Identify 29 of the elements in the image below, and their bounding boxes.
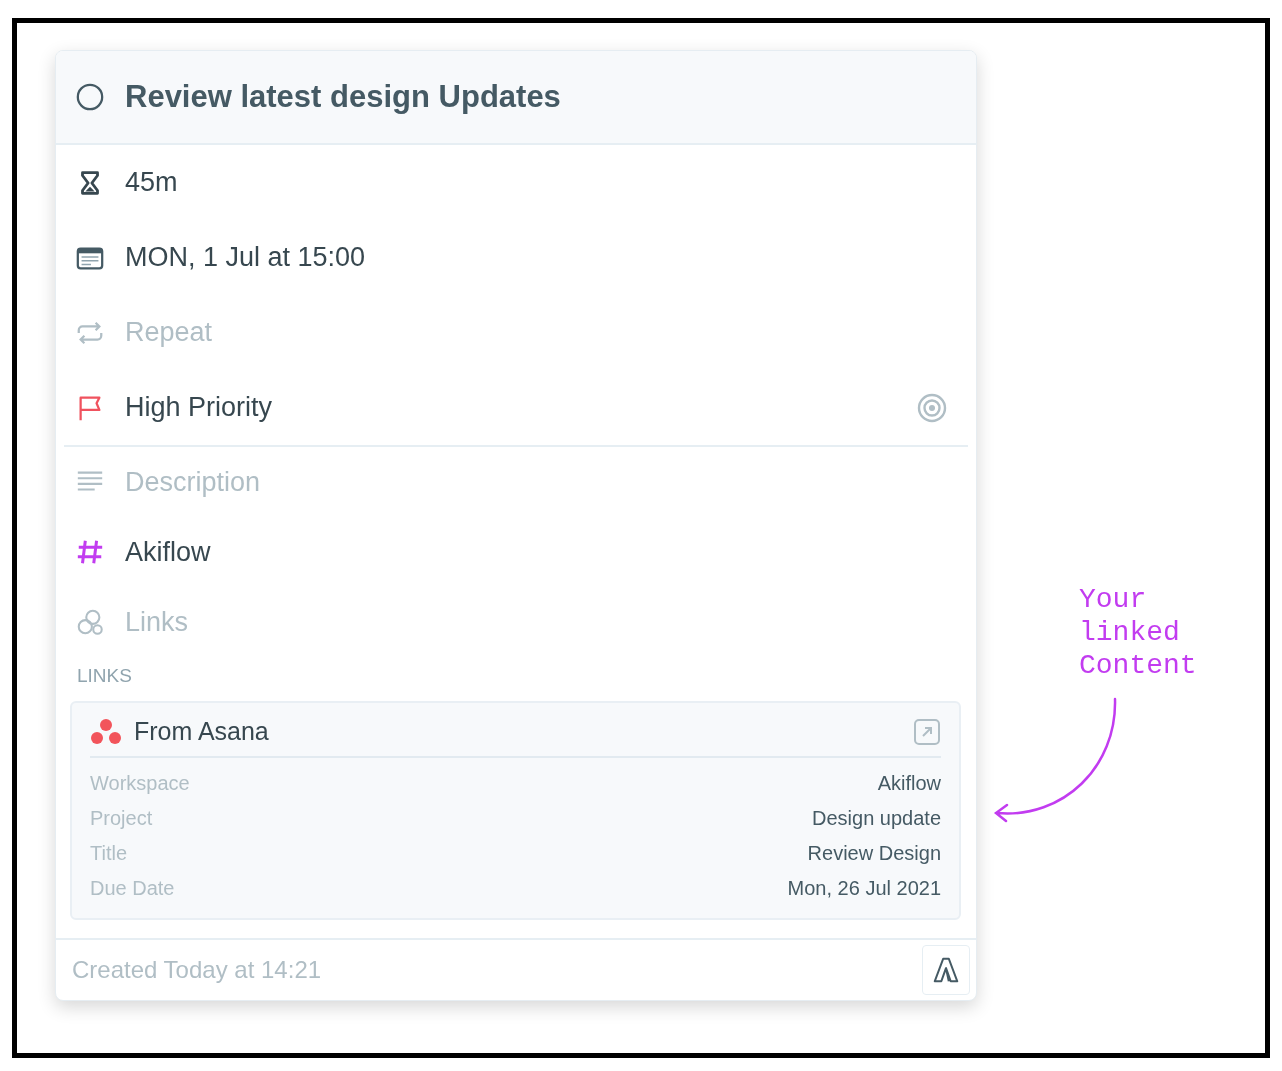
detail-value: Design update <box>812 807 941 830</box>
detail-label: Title <box>90 842 128 865</box>
detail-value: Mon, 26 Jul 2021 <box>787 877 941 900</box>
task-title: Review latest design Updates <box>125 79 561 115</box>
detail-label: Project <box>90 807 153 830</box>
field-row[interactable]: Akiflow <box>75 517 968 587</box>
logo-button[interactable] <box>922 945 970 995</box>
link-source: From Asana <box>134 717 269 746</box>
field-label: Repeat <box>125 317 213 348</box>
field-label: Description <box>125 466 261 498</box>
field-row[interactable]: MON, 1 Jul at 15:00 <box>75 220 968 295</box>
detail-value: Akiflow <box>877 772 941 795</box>
three-dots-icon <box>90 717 122 746</box>
annotation-text: Your linked Content <box>1079 583 1197 682</box>
section-heading: LINKS <box>76 664 133 688</box>
field-label: Links <box>125 606 189 638</box>
field-row[interactable]: 45m <box>75 145 968 220</box>
field-label: MON, 1 Jul at 15:00 <box>125 242 366 273</box>
field-label: 45m <box>125 167 178 198</box>
field-row[interactable]: High Priority <box>75 370 968 445</box>
detail-label: Workspace <box>90 772 190 795</box>
field-label: High Priority <box>125 392 273 423</box>
link-icon <box>75 607 105 637</box>
created-time: Created Today at 14:21 <box>72 956 322 984</box>
detail-value: Review Design <box>807 842 941 865</box>
detail-label: Due Date <box>90 877 175 900</box>
checkbox-circle[interactable] <box>75 82 105 112</box>
field-label: Akiflow <box>125 536 211 568</box>
logo-icon <box>931 955 961 985</box>
